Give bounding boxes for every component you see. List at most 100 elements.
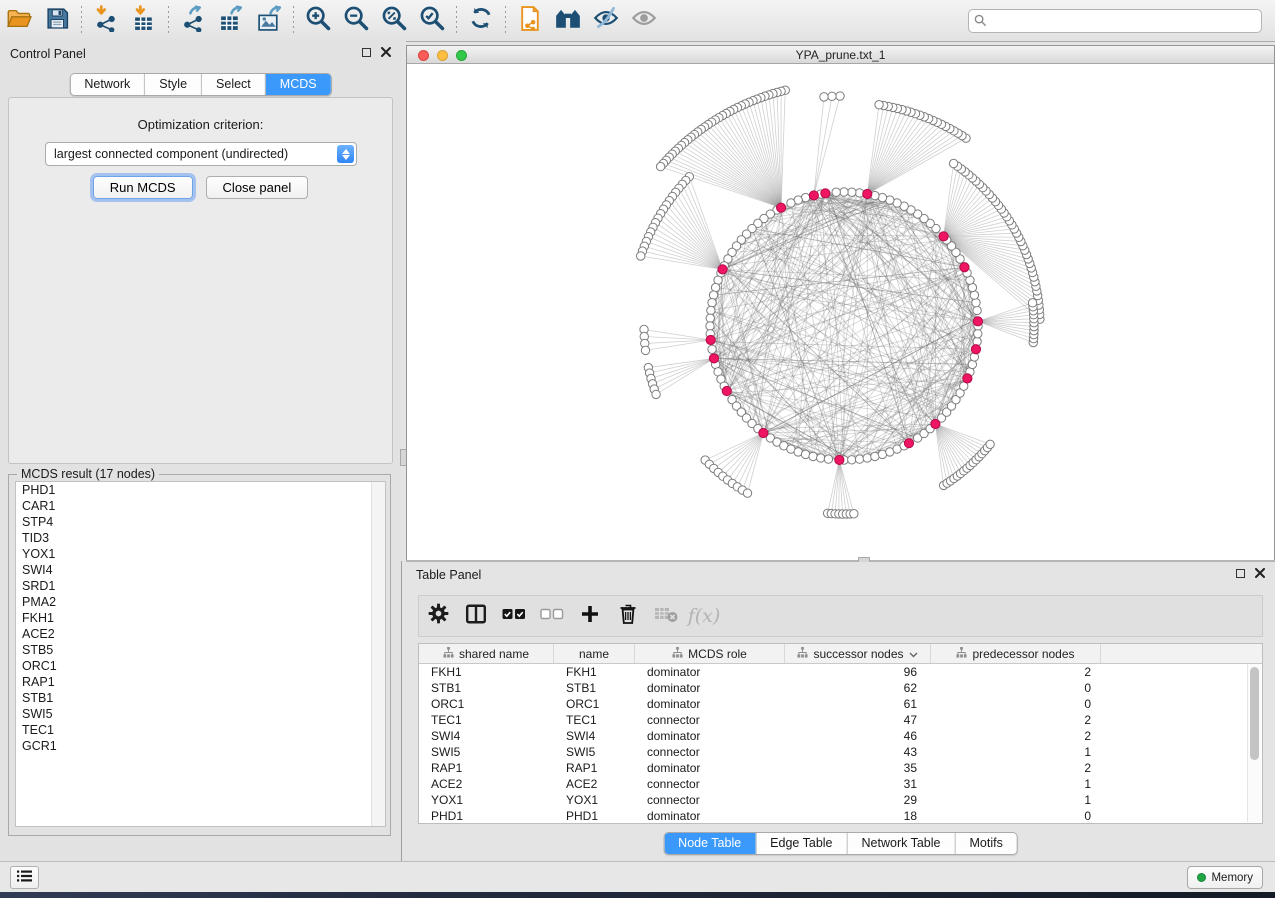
main-toolbar (0, 0, 1275, 42)
table-scrollbar[interactable] (1247, 664, 1261, 822)
deselect-all-button[interactable] (533, 598, 571, 634)
export-image-icon (256, 5, 283, 37)
table-row[interactable]: FKH1FKH1dominator962 (419, 664, 1262, 680)
zoom-fit-icon (380, 4, 408, 37)
column-header-predecessor-nodes[interactable]: predecessor nodes (931, 644, 1101, 663)
share-document-button[interactable] (511, 4, 549, 38)
mcds-result-item[interactable]: ORC1 (16, 658, 385, 674)
mcds-result-list[interactable]: PHD1CAR1STP4TID3YOX1SWI4SRD1PMA2FKH1ACE2… (15, 481, 386, 827)
mcds-result-item[interactable]: STB5 (16, 642, 385, 658)
hide-details-button[interactable] (587, 4, 625, 38)
run-mcds-button[interactable]: Run MCDS (93, 176, 193, 199)
mcds-result-item[interactable]: YOX1 (16, 546, 385, 562)
float-panel-icon[interactable] (362, 48, 371, 57)
mcds-result-item[interactable]: CAR1 (16, 498, 385, 514)
toolbar-separator (81, 6, 82, 36)
column-header-name[interactable]: name (554, 644, 635, 663)
table-panel-title: Table Panel (416, 568, 481, 582)
tab-mcds[interactable]: MCDS (265, 74, 331, 95)
mcds-result-item[interactable]: FKH1 (16, 610, 385, 626)
close-panel-icon[interactable] (1255, 568, 1265, 578)
network-window: YPA_prune.txt_1 (406, 45, 1275, 561)
open-session-button[interactable] (0, 4, 38, 38)
network-titlebar[interactable]: YPA_prune.txt_1 (407, 46, 1274, 64)
tab-network[interactable]: Network (70, 74, 144, 95)
close-panel-button[interactable]: Close panel (206, 176, 309, 199)
result-scrollbar[interactable] (371, 482, 385, 826)
show-details-button[interactable] (625, 4, 663, 38)
tab-select[interactable]: Select (201, 74, 265, 95)
mcds-result-item[interactable]: PMA2 (16, 594, 385, 610)
table-row[interactable]: PHD1PHD1dominator180 (419, 808, 1262, 824)
mcds-result-item[interactable]: RAP1 (16, 674, 385, 690)
column-header-successor-nodes[interactable]: successor nodes (785, 644, 931, 663)
node-table[interactable]: shared namenameMCDS rolesuccessor nodesp… (418, 643, 1263, 824)
refresh-icon (468, 5, 494, 36)
export-network-icon (180, 5, 207, 37)
tab-edge-table[interactable]: Edge Table (755, 833, 846, 854)
tab-motifs[interactable]: Motifs (954, 833, 1016, 854)
zoom-fit-button[interactable] (375, 4, 413, 38)
export-network-button[interactable] (174, 4, 212, 38)
function-builder-button[interactable]: f(x) (685, 598, 723, 634)
import-table-button[interactable] (125, 4, 163, 38)
optimization-criterion-select[interactable]: largest connected component (undirected) (45, 142, 357, 166)
table-scrollbar-thumb[interactable] (1250, 667, 1259, 760)
hierarchy-icon (956, 647, 967, 661)
network-canvas[interactable] (407, 64, 1274, 561)
import-network-icon (93, 5, 120, 37)
tab-style[interactable]: Style (144, 74, 201, 95)
close-panel-icon[interactable] (381, 47, 391, 57)
mcds-result-item[interactable]: ACE2 (16, 626, 385, 642)
zoom-in-button[interactable] (299, 4, 337, 38)
export-image-button[interactable] (250, 4, 288, 38)
table-row[interactable]: SWI4SWI4dominator462 (419, 728, 1262, 744)
mcds-result-item[interactable]: SWI5 (16, 706, 385, 722)
search-input[interactable] (968, 9, 1262, 33)
mcds-result-item[interactable]: TEC1 (16, 722, 385, 738)
zoom-out-button[interactable] (337, 4, 375, 38)
tab-node-table[interactable]: Node Table (664, 833, 755, 854)
delete-table-button[interactable] (647, 598, 685, 634)
table-row[interactable]: SWI5SWI5connector431 (419, 744, 1262, 760)
mcds-result-item[interactable]: GCR1 (16, 738, 385, 754)
table-settings-button[interactable] (419, 598, 457, 634)
select-all-button[interactable] (495, 598, 533, 634)
zoom-selected-button[interactable] (413, 4, 451, 38)
table-row[interactable]: ORC1ORC1dominator610 (419, 696, 1262, 712)
import-network-button[interactable] (87, 4, 125, 38)
refresh-button[interactable] (462, 4, 500, 38)
mcds-result-item[interactable]: SRD1 (16, 578, 385, 594)
eye-icon (630, 4, 658, 37)
table-row[interactable]: STB1STB1dominator620 (419, 680, 1262, 696)
float-panel-icon[interactable] (1236, 569, 1245, 578)
network-graph[interactable] (407, 64, 1274, 561)
table-panel: Table Panel f(x) share (406, 562, 1275, 861)
toolbar-separator (505, 6, 506, 36)
checked-boxes-icon (502, 607, 526, 626)
search-network-button[interactable] (549, 4, 587, 38)
split-table-view-button[interactable] (457, 598, 495, 634)
column-header-shared-name[interactable]: shared name (419, 644, 554, 663)
criterion-selected-value: largest connected component (undirected) (46, 147, 337, 161)
mcds-result-item[interactable]: PHD1 (16, 482, 385, 498)
save-session-button[interactable] (38, 4, 76, 38)
table-row[interactable]: YOX1YOX1connector291 (419, 792, 1262, 808)
table-row[interactable]: ACE2ACE2connector311 (419, 776, 1262, 792)
export-table-button[interactable] (212, 4, 250, 38)
mcds-result-item[interactable]: SWI4 (16, 562, 385, 578)
mcds-result-item[interactable]: STB1 (16, 690, 385, 706)
memory-button[interactable]: Memory (1187, 866, 1263, 889)
table-row[interactable]: RAP1RAP1dominator352 (419, 760, 1262, 776)
add-column-button[interactable] (571, 598, 609, 634)
delete-column-button[interactable] (609, 598, 647, 634)
mcds-result-item[interactable]: STP4 (16, 514, 385, 530)
mcds-result-item[interactable]: TID3 (16, 530, 385, 546)
share-document-icon (517, 5, 544, 37)
table-row[interactable]: TEC1TEC1connector472 (419, 712, 1262, 728)
zoom-out-icon (342, 4, 370, 37)
task-history-button[interactable] (10, 866, 39, 889)
network-title: YPA_prune.txt_1 (407, 48, 1274, 62)
tab-network-table[interactable]: Network Table (847, 833, 955, 854)
column-header-mcds-role[interactable]: MCDS role (635, 644, 785, 663)
